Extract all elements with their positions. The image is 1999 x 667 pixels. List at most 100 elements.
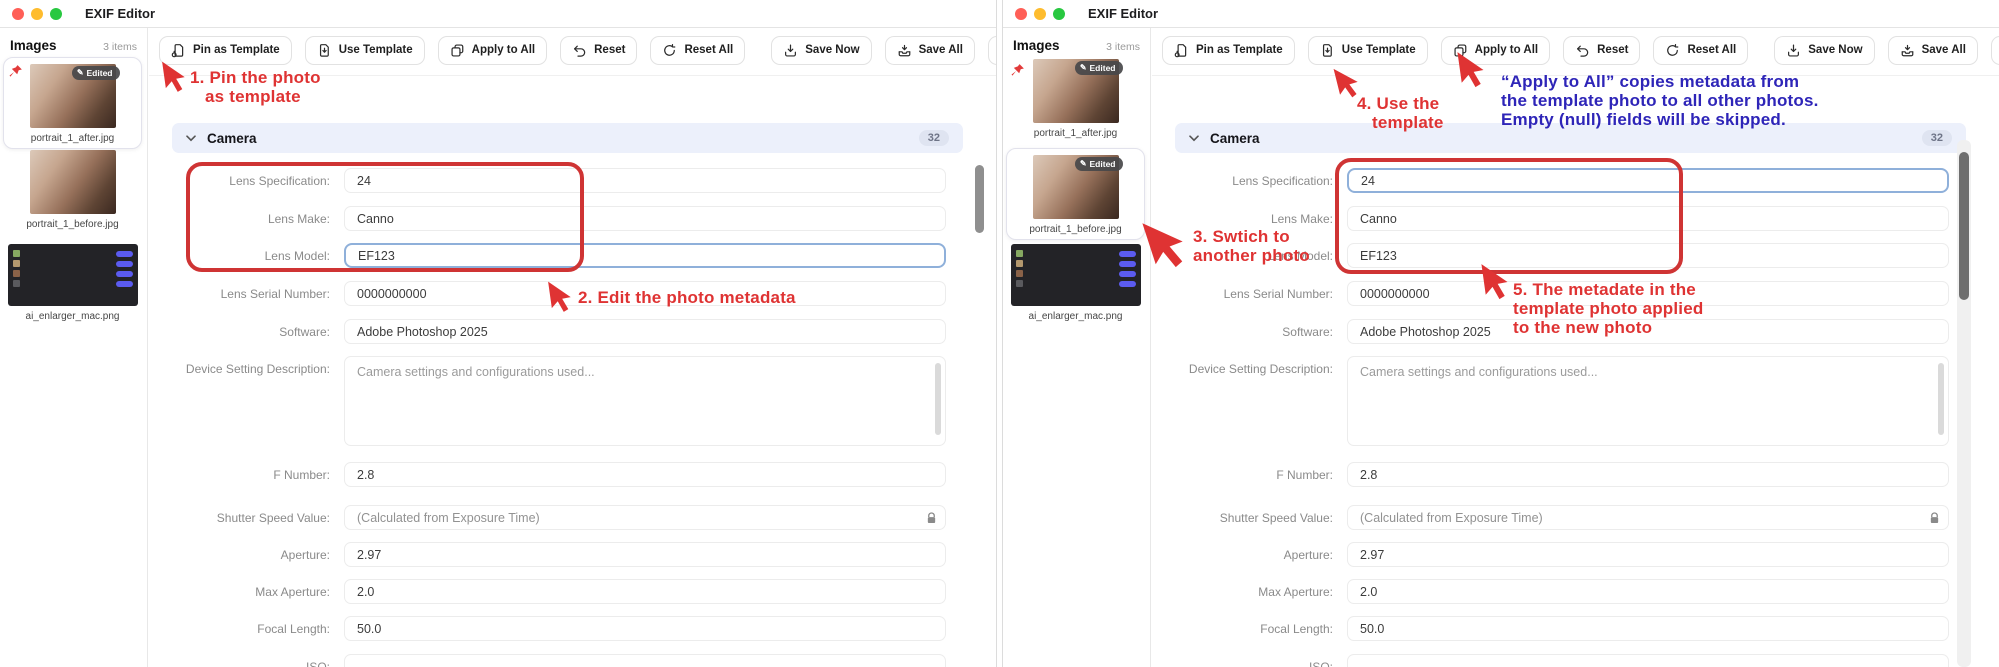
field-input-focal-length[interactable]: 50.0 (344, 616, 946, 641)
field-input-lens-serial-number[interactable]: 0000000000 (344, 281, 946, 306)
image-list-item-ai-enlarger-mac-png[interactable]: ai_enlarger_mac.png (3, 242, 142, 322)
template-pin-icon (8, 64, 23, 84)
field-input-lens-make[interactable]: Canno (344, 206, 946, 231)
field-label: F Number: (1276, 467, 1333, 482)
sidebar-item-count: 3 items (103, 41, 137, 53)
image-thumbnail[interactable]: ✎ Edited (1032, 59, 1123, 123)
field-input-max-aperture[interactable]: 2.0 (1347, 579, 1949, 604)
field-row-lens-make: Lens Make: Canno (1175, 206, 1949, 231)
window-scrollbar-thumb[interactable] (1959, 152, 1969, 300)
image-filename: ai_enlarger_mac.png (1028, 311, 1123, 322)
button-label: Save All (918, 44, 963, 56)
reset-button[interactable]: Reset (560, 35, 638, 65)
field-input-lens-model[interactable]: EF123 (344, 243, 946, 268)
divider (1152, 75, 1999, 76)
field-value: Camera settings and configurations used.… (357, 365, 595, 379)
field-row-lens-specification: Lens Specification: 24 (172, 168, 946, 193)
field-label: Lens Specification: (1232, 173, 1333, 188)
field-input-software[interactable]: Adobe Photoshop 2025 (344, 319, 946, 344)
image-thumbnail[interactable]: ✎ Edited (1032, 155, 1123, 219)
textarea-scrollbar-thumb[interactable] (935, 363, 941, 435)
field-value: 2.0 (357, 584, 375, 599)
apply-to-all-button[interactable]: Apply to All (437, 35, 548, 65)
close-button[interactable]: Close (987, 35, 996, 65)
field-value: Camera settings and configurations used.… (1360, 365, 1598, 379)
reset-all-button[interactable]: Reset All (1653, 35, 1749, 65)
field-value: 50.0 (357, 621, 382, 636)
pin-as-template-button[interactable]: Pin as Template (1162, 35, 1295, 65)
save-all-button[interactable]: Save All (884, 35, 975, 65)
save-now-icon (783, 43, 798, 58)
field-input-lens-model[interactable]: EF123 (1347, 243, 1949, 268)
pencil-icon: ✎ (76, 68, 84, 77)
reset-button[interactable]: Reset (1563, 35, 1641, 65)
button-label: Apply to All (1474, 44, 1539, 56)
image-thumbnail[interactable] (29, 150, 116, 214)
button-label: Save Now (1808, 44, 1863, 56)
close-button[interactable]: Close (1990, 35, 1999, 65)
exif-editor-window: EXIF Editor Images 3 items ✎ Edited portrait_… (0, 0, 997, 667)
field-value: Adobe Photoshop 2025 (1360, 324, 1491, 339)
field-input-shutter-speed-value[interactable]: (Calculated from Exposure Time) (344, 505, 946, 530)
pin-as-template-button[interactable]: Pin as Template (159, 35, 292, 65)
save-all-button[interactable]: Save All (1887, 35, 1978, 65)
apply-to-all-button[interactable]: Apply to All (1440, 35, 1551, 65)
reset-icon (1575, 43, 1590, 58)
field-input-aperture[interactable]: 2.97 (344, 542, 946, 567)
window-scrollbar-thumb[interactable] (975, 165, 984, 233)
image-thumbnail[interactable]: ✎ Edited (29, 64, 120, 128)
metadata-form: Camera 32 Lens Specification: 24 Lens Make: C… (172, 123, 963, 667)
traffic-light-close-button[interactable] (1015, 7, 1027, 20)
field-input-lens-specification[interactable]: 24 (344, 168, 946, 193)
field-row-aperture: Aperture: 2.97 (172, 542, 946, 567)
textarea-scrollbar-thumb[interactable] (1938, 363, 1944, 435)
image-list-item-portrait-1-after-jpg[interactable]: ✎ Edited portrait_1_after.jpg (1006, 57, 1145, 139)
use-template-button[interactable]: Use Template (1307, 35, 1428, 65)
field-input-shutter-speed-value[interactable]: (Calculated from Exposure Time) (1347, 505, 1949, 530)
reset-all-button[interactable]: Reset All (650, 35, 746, 65)
field-input-lens-specification[interactable]: 24 (1347, 168, 1949, 193)
field-value: 0000000000 (357, 286, 427, 301)
image-list-item-portrait-1-after-jpg[interactable]: ✎ Edited portrait_1_after.jpg (3, 57, 142, 149)
field-value: EF123 (1360, 248, 1397, 263)
field-input-iso[interactable] (344, 654, 946, 667)
field-input-iso[interactable] (1347, 654, 1949, 667)
field-input-focal-length[interactable]: 50.0 (1347, 616, 1949, 641)
field-input-max-aperture[interactable]: 2.0 (344, 579, 946, 604)
pencil-icon: ✎ (1079, 159, 1087, 168)
traffic-light-zoom-button[interactable] (50, 7, 62, 20)
field-input-aperture[interactable]: 2.97 (1347, 542, 1949, 567)
camera-section-header[interactable]: Camera 32 (1175, 123, 1966, 153)
image-thumbnail[interactable] (7, 244, 138, 306)
field-row-f-number: F Number: 2.8 (172, 462, 946, 487)
sidebar-item-count: 3 items (1106, 41, 1140, 53)
field-input-f-number[interactable]: 2.8 (344, 462, 946, 487)
lock-icon (926, 511, 937, 524)
field-row-lens-model: Lens Model: EF123 (1175, 243, 1949, 268)
field-label: Focal Length: (257, 621, 330, 636)
save-now-button[interactable]: Save Now (771, 35, 872, 65)
field-input-lens-serial-number[interactable]: 0000000000 (1347, 281, 1949, 306)
field-input-device-setting-description[interactable]: Camera settings and configurations used.… (344, 356, 946, 446)
field-input-lens-make[interactable]: Canno (1347, 206, 1949, 231)
field-input-software[interactable]: Adobe Photoshop 2025 (1347, 319, 1949, 344)
traffic-light-zoom-button[interactable] (1053, 7, 1065, 20)
button-label: Reset All (684, 44, 734, 56)
field-input-device-setting-description[interactable]: Camera settings and configurations used.… (1347, 356, 1949, 446)
image-thumbnail[interactable] (1010, 244, 1141, 306)
camera-section-header[interactable]: Camera 32 (172, 123, 963, 153)
button-label: Pin as Template (1196, 44, 1283, 56)
save-now-button[interactable]: Save Now (1774, 35, 1875, 65)
thumbnail-blue-button (115, 260, 133, 267)
field-input-f-number[interactable]: 2.8 (1347, 462, 1949, 487)
traffic-light-minimize-button[interactable] (1034, 7, 1046, 20)
image-list-item-ai-enlarger-mac-png[interactable]: ai_enlarger_mac.png (1006, 242, 1145, 322)
thumbnail-blue-button (115, 270, 133, 277)
traffic-light-close-button[interactable] (12, 7, 24, 20)
field-label: Lens Serial Number: (1223, 286, 1333, 301)
traffic-light-minimize-button[interactable] (31, 7, 43, 20)
field-label: Aperture: (280, 547, 330, 562)
use-template-button[interactable]: Use Template (304, 35, 425, 65)
image-list-item-portrait-1-before-jpg[interactable]: portrait_1_before.jpg (3, 148, 142, 230)
image-list-item-portrait-1-before-jpg[interactable]: ✎ Edited portrait_1_before.jpg (1006, 148, 1145, 240)
